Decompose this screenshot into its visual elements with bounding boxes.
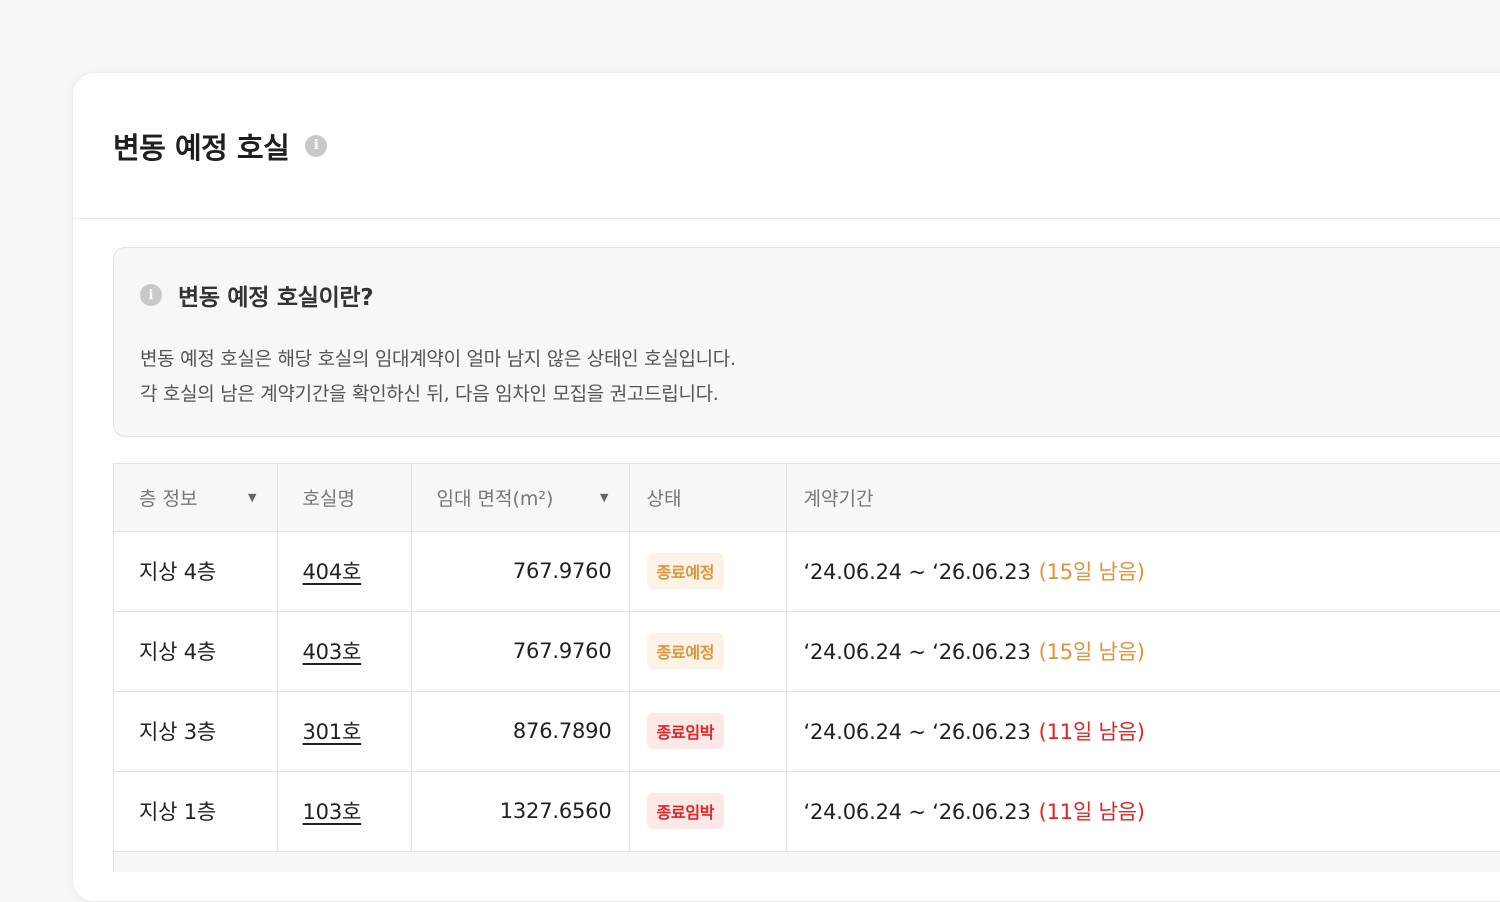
- room-cell: 103호: [277, 771, 412, 852]
- period-cell: ‘24.06.24 ~ ‘26.06.23 (15일 남음): [786, 531, 1500, 612]
- column-header-period: 계약기간: [786, 464, 1500, 532]
- room-cell: 404호: [277, 531, 412, 612]
- column-header-area[interactable]: 임대 면적(m²) ▼: [411, 464, 630, 532]
- period-cell: ‘24.06.24 ~ ‘26.06.23 (15일 남음): [786, 611, 1500, 692]
- status-badge: 종료예정: [646, 633, 725, 669]
- contract-period: ‘24.06.24 ~ ‘26.06.23: [803, 640, 1031, 664]
- table-header-row: 층 정보 ▼ 호실명 임대 면적(m²) ▼ 상태 계약기간: [114, 464, 1500, 532]
- table-row: 지상 3층 301호 876.7890 종료임박 ‘24.06.24 ~ ‘26…: [114, 691, 1500, 772]
- notice-title: 변동 예정 호실이란?: [178, 285, 374, 311]
- notice-line: 변동 예정 호실은 해당 호실의 임대계약이 얼마 남지 않은 상태인 호실입니…: [140, 348, 736, 370]
- area-cell: 876.7890: [411, 691, 630, 772]
- floor-cell: 지상 4층: [114, 531, 278, 612]
- column-header-floor[interactable]: 층 정보 ▼: [114, 464, 278, 532]
- period-cell: ‘24.06.24 ~ ‘26.06.23 (11일 남음): [786, 691, 1500, 772]
- room-link[interactable]: 404호: [303, 560, 362, 584]
- notice-body: 변동 예정 호실은 해당 호실의 임대계약이 얼마 남지 않은 상태인 호실입니…: [140, 342, 1500, 412]
- info-circle-icon: i: [140, 284, 162, 306]
- room-link[interactable]: 103호: [303, 800, 362, 824]
- info-circle-icon[interactable]: i: [305, 134, 328, 157]
- status-cell: 종료임박: [629, 771, 787, 852]
- room-cell: 301호: [277, 691, 412, 772]
- contract-period: ‘24.06.24 ~ ‘26.06.23: [803, 560, 1031, 584]
- column-label: 호실명: [302, 487, 355, 510]
- notice-header: i 변동 예정 호실이란?: [140, 278, 1500, 312]
- status-cell: 종료예정: [629, 611, 787, 692]
- table-row: 지상 4층 404호 767.9760 종료예정 ‘24.06.24 ~ ‘26…: [114, 531, 1500, 612]
- floor-cell: 지상 4층: [114, 611, 278, 692]
- remaining-days: (15일 남음): [1038, 640, 1145, 664]
- status-cell: 종료예정: [629, 531, 787, 612]
- area-cell: 767.9760: [411, 531, 630, 612]
- column-header-status: 상태: [629, 464, 787, 532]
- column-label: 임대 면적(m²): [436, 487, 554, 510]
- room-cell: 403호: [277, 611, 412, 692]
- remaining-days: (11일 남음): [1038, 720, 1145, 744]
- area-cell: 1327.6560: [411, 771, 630, 852]
- remaining-days: (15일 남음): [1038, 560, 1145, 584]
- status-badge: 종료임박: [646, 713, 725, 749]
- contract-period: ‘24.06.24 ~ ‘26.06.23: [803, 800, 1031, 824]
- sort-caret-icon[interactable]: ▼: [600, 491, 608, 504]
- notice-line: 각 호실의 남은 계약기간을 확인하신 뒤, 다음 임차인 모집을 권고드립니다…: [140, 383, 719, 405]
- floor-cell: 지상 3층: [114, 691, 278, 772]
- remaining-days: (11일 남음): [1038, 800, 1145, 824]
- card-header: 변동 예정 호실 i: [73, 73, 1500, 219]
- status-badge: 종료임박: [646, 793, 725, 829]
- area-cell: 767.9760: [411, 611, 630, 692]
- column-header-room: 호실명: [277, 464, 412, 532]
- status-cell: 종료임박: [629, 691, 787, 772]
- room-link[interactable]: 301호: [303, 720, 362, 744]
- column-label: 계약기간: [803, 487, 874, 510]
- info-notice-box: i 변동 예정 호실이란? 변동 예정 호실은 해당 호실의 임대계약이 얼마 …: [113, 247, 1500, 437]
- period-cell: ‘24.06.24 ~ ‘26.06.23 (11일 남음): [786, 771, 1500, 852]
- column-label: 층 정보: [139, 487, 198, 510]
- table-row: 지상 1층 103호 1327.6560 종료임박 ‘24.06.24 ~ ‘2…: [114, 771, 1500, 852]
- room-link[interactable]: 403호: [303, 640, 362, 664]
- table-footer: [114, 851, 1500, 872]
- changing-rooms-card: 변동 예정 호실 i i 변동 예정 호실이란? 변동 예정 호실은 해당 호실…: [72, 72, 1500, 902]
- status-badge: 종료예정: [646, 553, 725, 589]
- floor-cell: 지상 1층: [114, 771, 278, 852]
- page-title: 변동 예정 호실: [113, 130, 290, 165]
- rooms-table: 층 정보 ▼ 호실명 임대 면적(m²) ▼ 상태 계약기간 지상 4층 404…: [113, 463, 1500, 872]
- contract-period: ‘24.06.24 ~ ‘26.06.23: [803, 720, 1031, 744]
- column-label: 상태: [646, 487, 682, 510]
- sort-caret-icon[interactable]: ▼: [248, 491, 256, 504]
- table-row: 지상 4층 403호 767.9760 종료예정 ‘24.06.24 ~ ‘26…: [114, 611, 1500, 692]
